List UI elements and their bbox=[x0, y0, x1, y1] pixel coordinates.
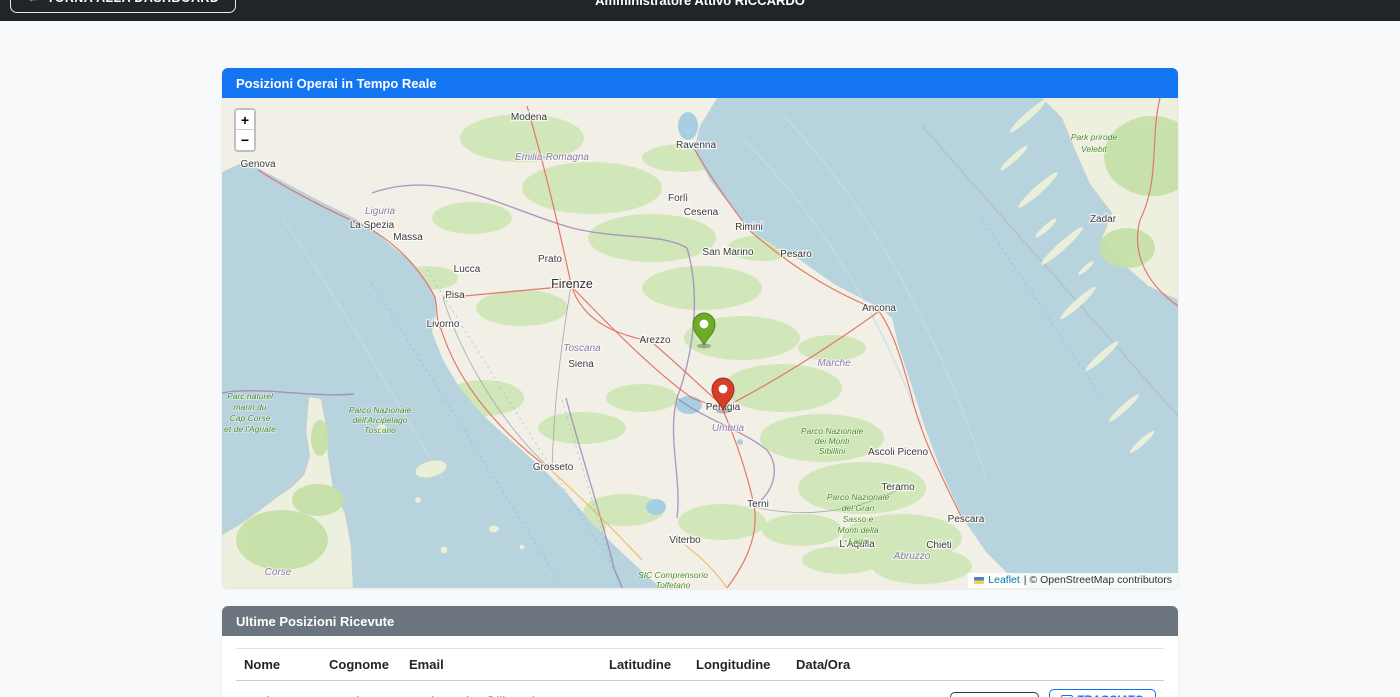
city-label: Pescara bbox=[948, 514, 985, 525]
tracciato-button[interactable]: TRACCIATO bbox=[1049, 689, 1156, 697]
city-label: Rimini bbox=[735, 222, 763, 233]
city-label: Firenze bbox=[551, 277, 593, 291]
city-label: Lucca bbox=[454, 264, 481, 275]
column-email: Email bbox=[401, 649, 601, 681]
osm-attribution-text: | © OpenStreetMap contributors bbox=[1024, 574, 1172, 586]
cell-longitudine: 12.2386 bbox=[688, 681, 788, 697]
map-attribution: Leaflet | © OpenStreetMap contributors bbox=[968, 573, 1178, 588]
column-nome: Nome bbox=[236, 649, 321, 681]
positions-table: Nome Cognome Email Latitudine Longitudin… bbox=[236, 648, 1164, 697]
column-actions bbox=[941, 649, 1164, 681]
city-label: Pisa bbox=[445, 290, 465, 301]
city-label: Terni bbox=[747, 499, 769, 510]
city-label: Livorno bbox=[427, 319, 460, 330]
positions-table-card: Ultime Posizioni Ricevute Nome Cognome E… bbox=[222, 606, 1178, 697]
esporta-button[interactable]: ↓ ESPORTA bbox=[950, 692, 1039, 697]
city-label: Siena bbox=[568, 359, 594, 370]
city-label: Forlì bbox=[668, 193, 688, 204]
region-label: Emilia-Romagna bbox=[515, 152, 589, 163]
park-label: Parco Nazionale bbox=[801, 426, 864, 436]
park-label: Park prirode bbox=[1071, 132, 1118, 142]
column-latitudine: Latitudine bbox=[601, 649, 688, 681]
park-label: Sasso e bbox=[843, 514, 874, 524]
cell-email: mariotanzi.m@libero.it bbox=[401, 681, 601, 697]
table-header-row: Nome Cognome Email Latitudine Longitudin… bbox=[236, 649, 1164, 681]
park-label: Sibillini bbox=[819, 446, 847, 456]
zoom-out-button[interactable]: − bbox=[236, 130, 254, 150]
marker-dot-icon bbox=[719, 385, 728, 394]
city-label: Pesaro bbox=[780, 249, 812, 260]
table-card-body: Nome Cognome Email Latitudine Longitudin… bbox=[222, 636, 1178, 697]
city-label: Prato bbox=[538, 254, 562, 265]
city-label: Viterbo bbox=[669, 535, 701, 546]
park-label: et de l'Agriate bbox=[224, 424, 276, 434]
city-label: Modena bbox=[511, 112, 548, 123]
cell-latitudine: 43.4562 bbox=[601, 681, 688, 697]
map-card-title: Posizioni Operai in Tempo Reale bbox=[236, 76, 437, 91]
park-label: Laga bbox=[849, 536, 868, 546]
park-label: dell'Arcipelago bbox=[352, 415, 407, 425]
park-label: marin du bbox=[233, 402, 266, 412]
cell-cognome: Tanzi bbox=[321, 681, 401, 697]
cell-actions: ↓ ESPORTA TRACCIATO bbox=[941, 681, 1164, 697]
park-label: Parco Nazionale bbox=[349, 405, 412, 415]
city-label: La Spezia bbox=[350, 220, 395, 231]
column-data-ora: Data/Ora bbox=[788, 649, 941, 681]
city-label: Zadar bbox=[1090, 214, 1117, 225]
region-label: Corse bbox=[265, 567, 292, 578]
cell-data-ora: 2025-10-03 23:25:19 bbox=[788, 681, 941, 697]
park-label: Monti della bbox=[837, 525, 878, 535]
region-label: Liguria bbox=[365, 206, 395, 217]
region-label: Toscana bbox=[563, 343, 601, 354]
active-admin-title: Amministratore Attivo RICCARDO bbox=[0, 0, 1400, 8]
region-label: Abruzzo bbox=[893, 551, 931, 562]
city-label: Ravenna bbox=[676, 140, 716, 151]
park-label: Parc naturel bbox=[227, 391, 274, 401]
column-longitudine: Longitudine bbox=[688, 649, 788, 681]
park-label: dei Monti bbox=[815, 436, 851, 446]
park-label: del Gran bbox=[842, 503, 875, 513]
city-label: Ascoli Piceno bbox=[868, 447, 928, 458]
marker-dot-icon bbox=[700, 320, 709, 329]
park-label: Velebit bbox=[1081, 144, 1107, 154]
park-label: Cap Corse bbox=[230, 413, 271, 423]
city-label: San Marino bbox=[702, 247, 754, 258]
park-label: Toscano bbox=[364, 425, 396, 435]
column-cognome: Cognome bbox=[321, 649, 401, 681]
city-label: Genova bbox=[240, 159, 275, 170]
city-label: Chieti bbox=[926, 540, 952, 551]
table-row: Mario Tanzi mariotanzi.m@libero.it 43.45… bbox=[236, 681, 1164, 697]
leaflet-link[interactable]: Leaflet bbox=[988, 574, 1020, 586]
park-label: Parco Nazionale bbox=[827, 492, 890, 502]
map-canvas: Modena Ravenna Genova Forlì Cesena Rimin… bbox=[222, 98, 1178, 588]
top-navbar: ← TORNA ALLA DASHBOARD Amministratore At… bbox=[0, 0, 1400, 21]
cell-nome: Mario bbox=[236, 681, 321, 697]
city-label: Grosseto bbox=[533, 462, 574, 473]
park-label: Tolfetano bbox=[656, 580, 691, 588]
city-label: Cesena bbox=[684, 207, 719, 218]
leaflet-map[interactable]: Modena Ravenna Genova Forlì Cesena Rimin… bbox=[222, 98, 1178, 588]
map-card: Posizioni Operai in Tempo Reale bbox=[222, 68, 1178, 588]
region-label: Marche bbox=[817, 358, 851, 369]
city-label: Massa bbox=[393, 232, 423, 243]
ukraine-flag-icon bbox=[974, 577, 984, 584]
map-card-header: Posizioni Operai in Tempo Reale bbox=[222, 68, 1178, 98]
city-label: Ancona bbox=[862, 303, 896, 314]
zoom-in-button[interactable]: + bbox=[236, 110, 254, 130]
table-card-title: Ultime Posizioni Ricevute bbox=[236, 614, 394, 629]
city-label: Arezzo bbox=[639, 335, 671, 346]
park-label: SIC Comprensorio bbox=[638, 570, 708, 580]
main-content: Posizioni Operai in Tempo Reale bbox=[222, 68, 1178, 697]
region-label: Umbria bbox=[712, 423, 745, 434]
map-zoom-control: + − bbox=[234, 108, 256, 152]
table-card-header: Ultime Posizioni Ricevute bbox=[222, 606, 1178, 636]
